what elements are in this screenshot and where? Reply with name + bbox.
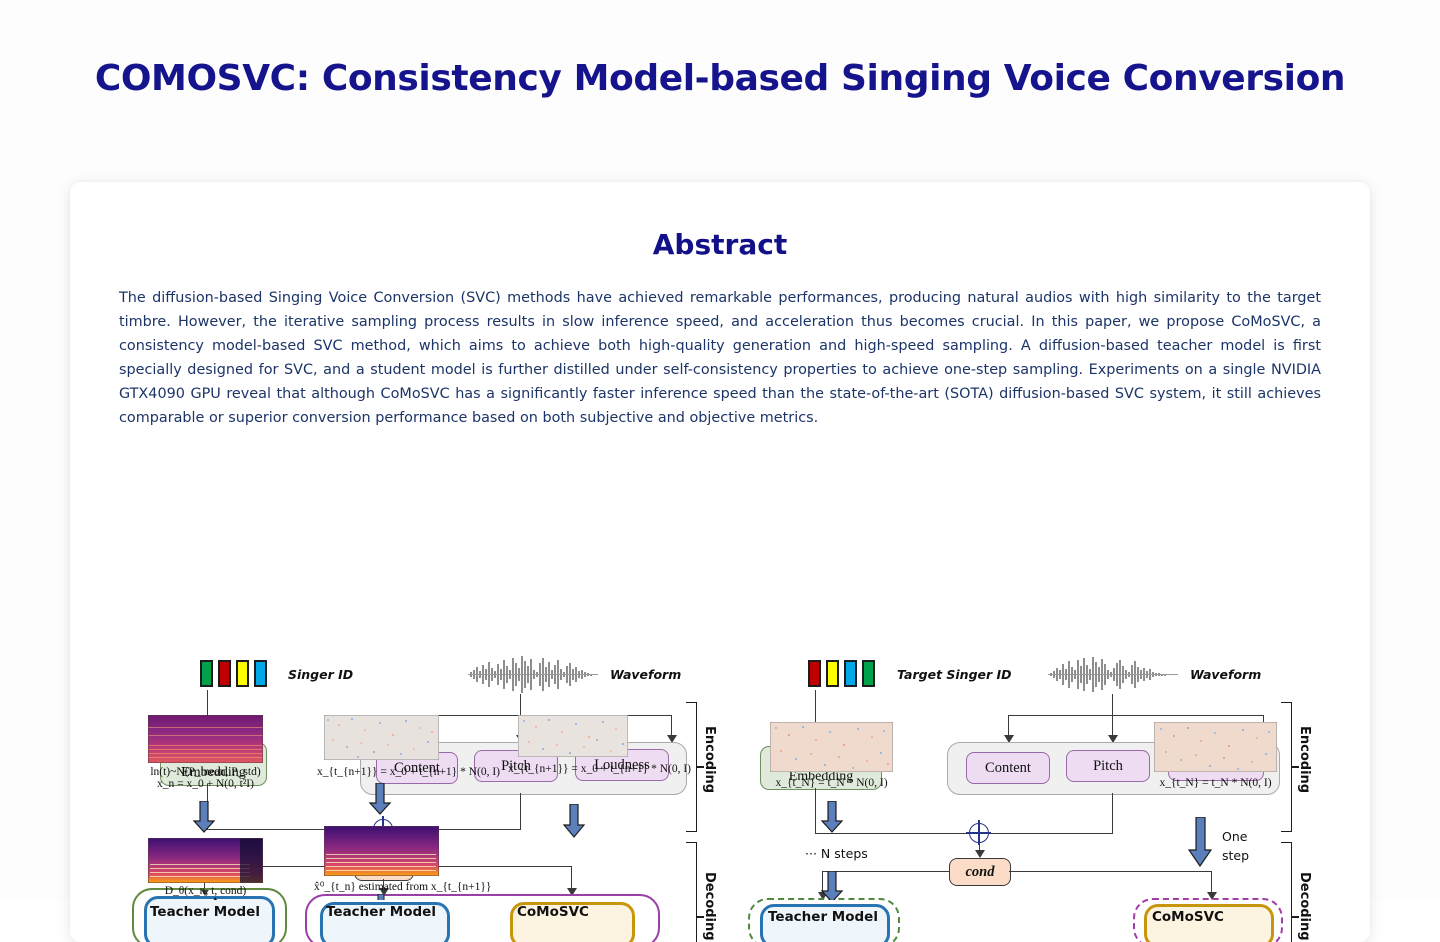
line-target-id-to-embedding: [815, 690, 817, 734]
right-feature-loudness: Loudness: [1168, 749, 1264, 781]
right-comosvc-title: CoMoSVC: [1152, 909, 1224, 925]
right-encoding-label: Encoding: [1297, 726, 1312, 794]
right-waveform-icon: [1048, 657, 1178, 692]
target-id-swatch-red: [808, 660, 821, 687]
line-cond-left-out: [204, 866, 354, 868]
page-title: COMOSVC: Consistency Model-based Singing…: [94, 58, 1346, 99]
right-waveform-label: Waveform: [1190, 667, 1262, 682]
left-embedding-line2: Embedding: [181, 765, 246, 780]
line-rwave-to-pitch: [1112, 715, 1114, 737]
line-cond-right-out: [412, 866, 572, 868]
abstract-card: Abstract The diffusion-based Singing Voi…: [70, 182, 1370, 942]
right-embedding-line2: Embedding: [788, 769, 854, 784]
right-target-embedding-box: Target Singer Embedding: [760, 746, 882, 790]
arrow-cond-to-box3: [567, 888, 577, 896]
left-feature-loudness: Loudness: [575, 749, 669, 781]
right-teacher-title: Teacher Model: [768, 909, 878, 925]
id-swatch-blue: [254, 660, 267, 687]
left-singer-id-label: Singer ID: [288, 667, 354, 682]
left-decoding-label: Decoding: [702, 872, 717, 941]
left-decoding-bracket: [686, 842, 697, 942]
arrow-rcond-to-box1: [818, 892, 828, 900]
left-encoding-label: Encoding: [702, 726, 717, 794]
arrow-id-to-embedding: [203, 732, 213, 740]
left-singer-id-swatches: [200, 660, 267, 687]
target-id-swatch-yellow: [826, 660, 839, 687]
line-rwave-to-loudness: [1263, 715, 1265, 737]
left-singer-embedding-box: Singer Embedding: [160, 742, 267, 786]
right-sum-node: [966, 820, 991, 845]
line-wave-to-pitch: [520, 715, 522, 737]
left-teacher-title-2: Teacher Model: [326, 904, 436, 920]
line-id-to-embedding: [207, 690, 209, 734]
abstract-heading: Abstract: [652, 228, 788, 261]
line-rcond-left-out: [822, 871, 949, 873]
arrow-rcond-to-box2: [1207, 892, 1217, 900]
abstract-text: The diffusion-based Singing Voice Conver…: [119, 290, 1321, 426]
line-wave-to-content: [420, 715, 422, 737]
arrow-cond-to-box2: [379, 888, 389, 896]
page-root: COMOSVC: Consistency Model-based Singing…: [0, 0, 1440, 942]
id-swatch-green: [200, 660, 213, 687]
left-waveform-icon: [468, 656, 598, 693]
line-wave-to-loudness: [671, 715, 673, 737]
left-comosvc-title: CoMoSVC: [517, 904, 589, 920]
line-wave-stem: [520, 694, 522, 716]
line-rcond-right-out: [1009, 871, 1212, 873]
right-embedding-line1: Target Singer: [783, 752, 859, 767]
right-decoding-label: Decoding: [1297, 872, 1312, 941]
line-rwave-stem: [1112, 694, 1114, 716]
right-feature-content: Content: [966, 752, 1050, 784]
line-merge-h: [207, 829, 521, 831]
left-waveform-label: Waveform: [610, 667, 682, 682]
line-pitch-down: [520, 793, 522, 830]
line-rwave-fan: [1008, 715, 1264, 717]
line-rembed-down: [815, 788, 817, 834]
line-rpitch-down: [1112, 793, 1114, 833]
line-wave-fan: [420, 715, 672, 717]
line-embed-down: [207, 784, 209, 830]
id-swatch-yellow: [236, 660, 249, 687]
left-embedding-line1: Singer: [195, 748, 232, 763]
arrow-rsum-to-cond: [975, 850, 985, 858]
target-id-swatch-green: [862, 660, 875, 687]
target-id-swatch-blue: [844, 660, 857, 687]
left-sum-node: [370, 816, 395, 841]
arrow-cond-to-box1: [200, 888, 210, 896]
id-swatch-red: [218, 660, 231, 687]
right-decoding-bracket: [1281, 842, 1292, 942]
line-rmerge-h: [815, 833, 1113, 835]
left-teacher-title-1: Teacher Model: [150, 904, 260, 920]
left-cond-box: cond: [354, 854, 414, 881]
arrow-target-id-to-embedding: [811, 732, 821, 740]
left-feature-pitch: Pitch: [474, 750, 558, 782]
left-feature-content: Content: [376, 752, 458, 784]
right-target-id-swatches: [808, 660, 875, 687]
right-feature-pitch: Pitch: [1066, 750, 1150, 782]
arrow-sum-to-cond: [379, 846, 389, 854]
right-target-id-label: Target Singer ID: [897, 667, 1012, 682]
right-cond-box: cond: [949, 858, 1011, 886]
line-rwave-to-content: [1008, 715, 1010, 737]
architecture-figure: Singer ID Waveform Singer Embedding Cont…: [70, 454, 1370, 942]
